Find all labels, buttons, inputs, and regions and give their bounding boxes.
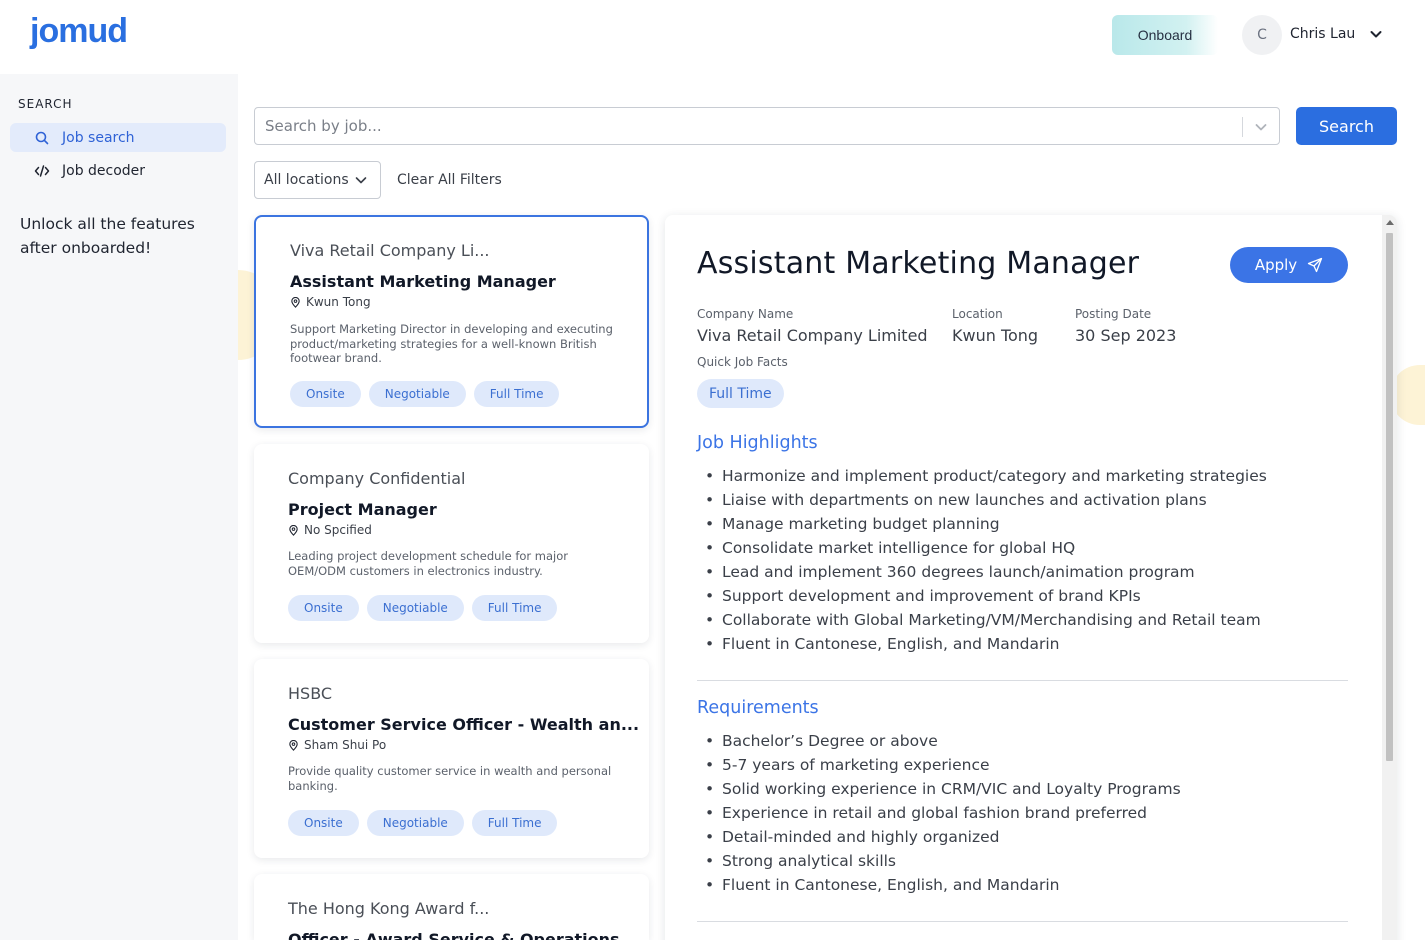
job-card-title: Officer - Award Service & Operations (288, 930, 620, 940)
location-pin-icon (289, 524, 298, 536)
job-card-location-text: Kwun Tong (306, 295, 371, 309)
jomud-logo[interactable]: jomud (30, 12, 128, 51)
job-card-tags: Onsite Negotiable Full Time (290, 381, 560, 407)
sidebar-item-job-search[interactable]: Job search (10, 123, 226, 152)
tag-job-type: Full Time (471, 810, 558, 836)
job-card-title: Assistant Marketing Manager (290, 272, 556, 291)
list-item: Experience in retail and global fashion … (705, 801, 1181, 825)
job-card-location-text: No Spcified (304, 523, 372, 537)
location-filter-value: All locations (264, 172, 349, 188)
job-card[interactable]: Viva Retail Company Li... Assistant Mark… (254, 215, 649, 428)
tag-onsite: Onsite (290, 381, 361, 407)
sidebar-item-job-decoder[interactable]: Job decoder (10, 156, 226, 185)
location-pin-icon (291, 296, 300, 308)
clear-filters-link[interactable]: Clear All Filters (397, 172, 502, 188)
requirements-heading: Requirements (697, 698, 819, 718)
code-icon (34, 163, 50, 179)
posting-date-label: Posting Date (1075, 307, 1152, 321)
apply-button[interactable]: Apply (1230, 247, 1348, 283)
job-card-description: Leading project development schedule for… (288, 549, 569, 578)
tag-salary: Negotiable (368, 381, 466, 407)
requirements-list: Bachelor’s Degree or above 5-7 years of … (705, 729, 1181, 897)
tag-job-type: Full Time (473, 381, 560, 407)
section-divider (697, 680, 1348, 681)
job-card-company: HSBC (288, 684, 333, 703)
avatar[interactable]: C (1242, 15, 1282, 55)
list-item: Manage marketing budget planning (705, 512, 1267, 536)
job-card-company: The Hong Kong Award f... (288, 899, 490, 918)
job-fact-tag: Full Time (697, 379, 784, 408)
scrollbar-thumb[interactable] (1386, 233, 1393, 761)
chevron-down-icon[interactable] (1252, 118, 1270, 136)
search-input[interactable] (265, 108, 1225, 144)
location-pin-icon (289, 739, 298, 751)
scroll-up-arrow-icon[interactable] (1386, 220, 1394, 225)
job-highlights-list: Harmonize and implement product/category… (705, 464, 1267, 656)
posting-date-value: 30 Sep 2023 (1075, 326, 1177, 345)
job-card-title: Customer Service Officer - Wealth an... (288, 715, 640, 734)
location-label: Location (952, 307, 1003, 321)
list-item: Strong analytical skills (705, 849, 1181, 873)
job-card-company: Viva Retail Company Li... (290, 241, 490, 260)
sidebar-heading: SEARCH (18, 97, 73, 111)
search-divider (1242, 117, 1243, 137)
list-item: Consolidate market intelligence for glob… (705, 536, 1267, 560)
job-card-description: Support Marketing Director in developing… (290, 322, 613, 365)
list-item: Collaborate with Global Marketing/VM/Mer… (705, 608, 1267, 632)
tag-job-type: Full Time (471, 595, 558, 621)
list-item: Solid working experience in CRM/VIC and … (705, 777, 1181, 801)
job-card-title: Project Manager (288, 500, 437, 519)
sidebar: SEARCH Job search Job decoder Unlock all… (0, 74, 238, 940)
job-search-box[interactable] (254, 107, 1280, 145)
job-highlights-heading: Job Highlights (697, 433, 818, 453)
chevron-down-icon (355, 177, 367, 184)
job-card[interactable]: The Hong Kong Award f... Officer - Award… (254, 874, 649, 940)
list-item: Bachelor’s Degree or above (705, 729, 1181, 753)
job-card[interactable]: Company Confidential Project Manager No … (254, 444, 649, 643)
chevron-down-icon[interactable] (1368, 26, 1384, 42)
search-icon (34, 130, 50, 146)
tag-salary: Negotiable (366, 810, 464, 836)
list-item: Fluent in Cantonese, English, and Mandar… (705, 632, 1267, 656)
list-item: Fluent in Cantonese, English, and Mandar… (705, 873, 1181, 897)
send-icon (1308, 257, 1323, 273)
job-card-location-text: Sham Shui Po (304, 738, 387, 752)
company-name-value: Viva Retail Company Limited (697, 326, 928, 345)
detail-scrollbar[interactable] (1382, 215, 1397, 940)
job-detail-panel: Assistant Marketing Manager Apply Compan… (665, 215, 1397, 940)
tag-onsite: Onsite (288, 810, 359, 836)
app-header: jomud Onboard C Chris Lau (0, 0, 1425, 74)
job-card-company: Company Confidential (288, 469, 466, 488)
quick-job-facts-label: Quick Job Facts (697, 355, 788, 369)
company-name-label: Company Name (697, 307, 794, 321)
list-item: 5-7 years of marketing experience (705, 753, 1181, 777)
list-item: Support development and improvement of b… (705, 584, 1267, 608)
tag-salary: Negotiable (366, 595, 464, 621)
section-divider (697, 921, 1348, 922)
apply-button-label: Apply (1254, 256, 1298, 274)
job-card-tags: Onsite Negotiable Full Time (288, 810, 558, 836)
list-item: Harmonize and implement product/category… (705, 464, 1267, 488)
job-card-tags: Onsite Negotiable Full Time (288, 595, 558, 621)
sidebar-item-label: Job decoder (62, 162, 146, 179)
location-filter-dropdown[interactable]: All locations (254, 161, 381, 199)
list-item: Lead and implement 360 degrees launch/an… (705, 560, 1267, 584)
search-button[interactable]: Search (1296, 107, 1397, 145)
job-detail-title: Assistant Marketing Manager (697, 246, 1140, 281)
onboard-promo-text: Unlock all the features after onboarded! (20, 215, 195, 257)
list-item: Detail-minded and highly organized (705, 825, 1181, 849)
job-card-location: Sham Shui Po (288, 738, 386, 752)
job-card-location: Kwun Tong (290, 295, 371, 309)
job-card-description: Provide quality customer service in weal… (288, 764, 612, 793)
job-card-location: No Spcified (288, 523, 372, 537)
location-value: Kwun Tong (952, 326, 1039, 345)
sidebar-item-label: Job search (62, 129, 135, 146)
job-card[interactable]: HSBC Customer Service Officer - Wealth a… (254, 659, 649, 858)
user-name[interactable]: Chris Lau (1290, 26, 1355, 42)
onboard-button[interactable]: Onboard (1112, 15, 1218, 55)
list-item: Liaise with departments on new launches … (705, 488, 1267, 512)
tag-onsite: Onsite (288, 595, 359, 621)
